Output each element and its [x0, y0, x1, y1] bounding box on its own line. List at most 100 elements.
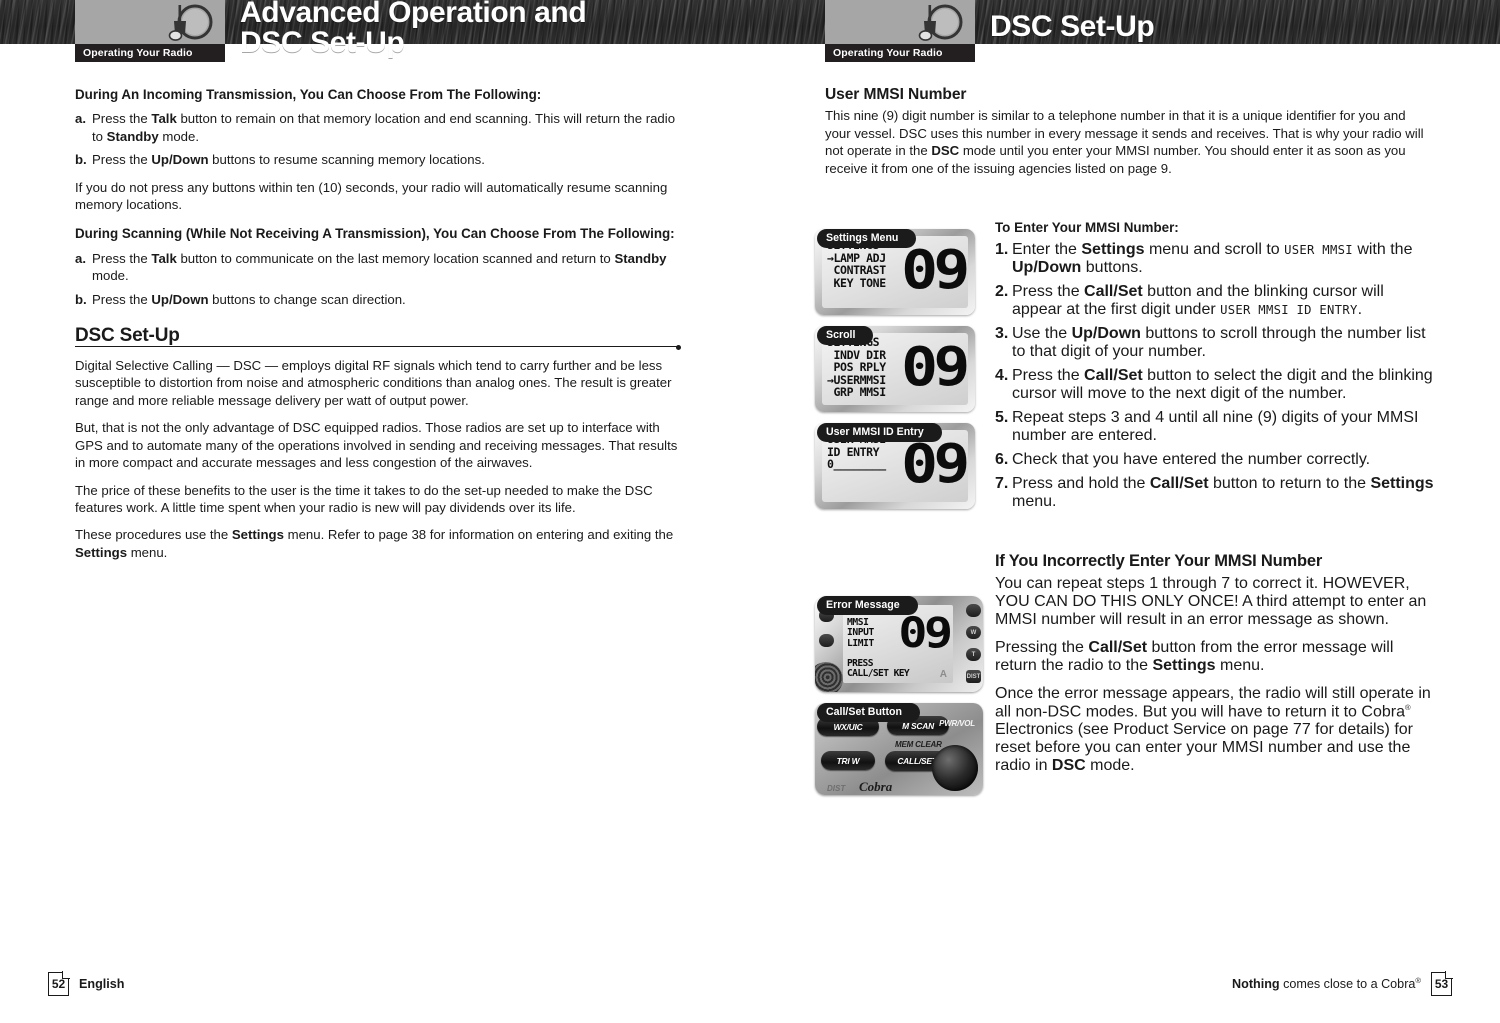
page-number-badge: 53 [1431, 971, 1453, 996]
cobra-brand-logo: Cobra [859, 779, 893, 794]
incorrect-mmsi-section: If You Incorrectly Enter Your MMSI Numbe… [995, 552, 1437, 785]
figure-caption: Call/Set Button [817, 703, 920, 722]
footer-right: Nothing comes close to a Cobra® 53 [1232, 971, 1453, 996]
footer-tagline-rest: comes close to a Cobra [1279, 977, 1416, 992]
list-text: Press the Up/Down buttons to change scan… [92, 291, 406, 307]
lcd-channel-segment: 09 [901, 337, 968, 399]
header-icon-plate-right [825, 0, 975, 44]
lcd-channel-segment: 09 [901, 240, 968, 302]
list-text: Press the Talk button to remain on that … [92, 111, 676, 144]
figure-settings-menu: Settings Menu 09 SETTINGS →LAMP ADJ CONT… [815, 229, 983, 315]
lcd-menu-text: SETTINGS INDV DIR POS RPLY →USERMMSI GRP… [827, 336, 886, 400]
list-marker: b. [75, 291, 87, 307]
step-text: Check that you have entered the number c… [1012, 451, 1371, 468]
heading-incorrect-mmsi: If You Incorrectly Enter Your MMSI Numbe… [995, 552, 1323, 570]
step-text: Use the Up/Down buttons to scroll throug… [1012, 325, 1426, 360]
weather-button: W [966, 626, 981, 639]
page-title-left: Advanced Operation and DSC Set-Up [240, 0, 587, 59]
section-divider-rule [75, 345, 681, 350]
list-item: b. Press the Up/Down buttons to resume s… [75, 151, 680, 168]
left-column-body: During An Incoming Transmission, You Can… [75, 86, 681, 571]
distress-button: DIST [966, 670, 981, 683]
figure-caption: Settings Menu [817, 229, 917, 248]
lcd-annunciator: A [939, 669, 947, 680]
header-tab-right: Operating Your Radio [825, 44, 975, 62]
list-incoming-transmission: a. Press the Talk button to remain on th… [75, 110, 680, 168]
paragraph-repeat-steps: You can repeat steps 1 through 7 to corr… [995, 575, 1427, 628]
distress-label: DIST [827, 784, 846, 793]
step-text: Press the Call/Set button and the blinki… [1012, 283, 1384, 318]
page-title-right: DSC Set-Up [990, 10, 1155, 43]
volume-knob [815, 662, 843, 692]
list-marker: b. [75, 152, 87, 168]
list-marker: a. [75, 250, 86, 266]
step-text: Press the Call/Set button to select the … [1012, 367, 1433, 402]
left-side-button [819, 634, 834, 647]
heading-user-mmsi-number: User MMSI Number [825, 86, 967, 103]
figure-caption: Error Message [817, 596, 918, 615]
step-marker: 4. [995, 367, 1009, 384]
heading-during-scanning: During Scanning (While Not Receiving A T… [75, 226, 675, 242]
step-text: Enter the Settings menu and scroll to US… [1012, 241, 1413, 276]
figure-column-error: Error Message W T DIST 09 ERROR MMSI INP… [815, 585, 990, 801]
step-marker: 1. [995, 241, 1009, 258]
list-item: 7. Press and hold the Call/Set button to … [995, 475, 1435, 511]
list-marker: a. [75, 111, 86, 127]
page-number-badge: 52 [48, 971, 70, 996]
step-marker: 5. [995, 409, 1009, 426]
steps-list: 1. Enter the Settings menu and scroll to … [995, 241, 1435, 511]
list-item: 3. Use the Up/Down buttons to scroll thro… [995, 325, 1435, 361]
mem-clear-label: MEM CLEAR [895, 740, 942, 749]
list-text: Press the Up/Down buttons to resume scan… [92, 152, 485, 168]
paragraph-settings-reference: These procedures use the Settings menu. … [75, 527, 674, 560]
lcd-screen: 09 ERROR MMSI INPUT LIMIT PRESS CALL/SET… [843, 605, 953, 683]
right-column-intro: User MMSI Number This nine (9) digit num… [825, 86, 1425, 187]
section-title-dsc-setup: DSC Set-Up [75, 325, 180, 347]
footer-tagline: Nothing comes close to a Cobra® [1232, 976, 1421, 991]
footer-tagline-bold: Nothing [1232, 977, 1280, 992]
list-item: 2. Press the Call/Set button and the blin… [995, 283, 1435, 319]
figure-caption: Scroll [817, 326, 874, 345]
header-icon-plate-left [75, 0, 225, 44]
list-item: 5. Repeat steps 3 and 4 until all nine (9… [995, 409, 1435, 445]
figure-column-lcd: Settings Menu 09 SETTINGS →LAMP ADJ CONT… [815, 218, 990, 515]
list-item: b. Press the Up/Down buttons to change s… [75, 291, 680, 308]
registered-mark: ® [1415, 976, 1421, 986]
footer-left: 52 English [48, 971, 125, 996]
header-tab-label: Operating Your Radio [83, 47, 193, 59]
power-volume-knob [932, 745, 978, 791]
manual-page-spread: Operating Your Radio Advanced Operation … [0, 0, 1500, 1023]
figure-user-mmsi-id-entry: User MMSI ID Entry 09 USER MMSI ID ENTRY… [815, 423, 983, 509]
step-marker: 3. [995, 325, 1009, 342]
header-tab-label: Operating Your Radio [833, 47, 943, 59]
footer-language-label: English [79, 977, 125, 991]
header-tab-left: Operating Your Radio [75, 44, 225, 62]
lcd-error-prompt: PRESS CALL/SET KEY [847, 657, 910, 680]
list-item: a. Press the Talk button to remain on th… [75, 110, 680, 145]
paragraph-auto-resume: If you do not press any buttons within t… [75, 179, 668, 213]
figure-caption: User MMSI ID Entry [817, 423, 942, 442]
paragraph-dsc-gps: But, that is not the only advantage of D… [75, 420, 678, 471]
list-item: 4. Press the Call/Set button to select th… [995, 367, 1435, 403]
list-item: 6. Check that you have entered the number… [995, 451, 1435, 469]
figure-error-message: Error Message W T DIST 09 ERROR MMSI INP… [815, 596, 983, 692]
list-item: a. Press the Talk button to communicate … [75, 250, 680, 285]
tri-watch-button: T [966, 648, 981, 661]
paragraph-mmsi-intro: This nine (9) digit number is similar to… [825, 108, 1424, 176]
figure-scroll: Scroll 09 SETTINGS INDV DIR POS RPLY →US… [815, 326, 983, 412]
handheld-radio-icon [918, 4, 963, 41]
handheld-radio-icon [168, 4, 213, 41]
page-left: Operating Your Radio Advanced Operation … [0, 0, 750, 1023]
paragraph-dsc-definition: Digital Selective Calling — DSC — employ… [75, 358, 672, 408]
step-marker: 7. [995, 475, 1009, 492]
list-item: 1. Enter the Settings menu and scroll to … [995, 241, 1435, 277]
tri-watch-button: TRI W [821, 751, 875, 770]
mmsi-entry-instructions: To Enter Your MMSI Number: 1. Enter the S… [995, 220, 1435, 521]
step-text: Repeat steps 3 and 4 until all nine (9) … [1012, 409, 1419, 444]
step-text: Press and hold the Call/Set button to re… [1012, 475, 1434, 510]
page-right: Operating Your Radio DSC Set-Up User MMS… [750, 0, 1500, 1023]
paragraph-callset-return: Pressing the Call/Set button from the er… [995, 639, 1394, 674]
paragraph-dsc-setup-time: The price of these benefits to the user … [75, 482, 653, 515]
step-marker: 2. [995, 283, 1009, 300]
list-text: Press the Talk button to communicate on … [92, 250, 667, 284]
